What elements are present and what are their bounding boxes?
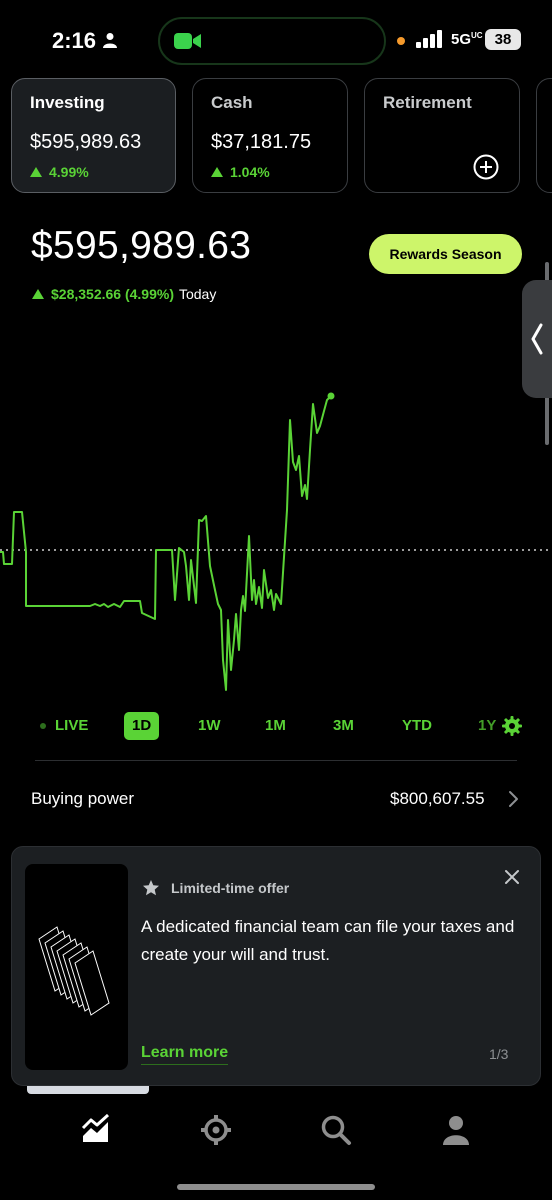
signal-icon [416,30,442,48]
range-tab-ytd[interactable]: YTD [402,712,432,740]
rewards-season-button[interactable]: Rewards Season [369,234,522,274]
divider [35,760,517,761]
account-card-next[interactable] [536,78,552,193]
up-arrow-icon [211,167,223,177]
card-value: $37,181.75 [211,131,312,153]
offer-illustration [25,864,128,1070]
account-card-investing[interactable]: Investing $595,989.63 4.99% [11,78,176,193]
buying-power-label[interactable]: Buying power [31,789,134,809]
range-tabs: LIVE 1D 1W 1M 3M YTD 1Y [0,712,552,742]
day-change-label: Today [178,286,217,302]
status-time: 2:16 [52,28,97,53]
range-tab-1y[interactable]: 1Y [478,712,496,740]
range-tab-3m[interactable]: 3M [333,712,354,740]
card-title: Retirement [383,93,472,112]
chart-icon[interactable] [80,1114,112,1146]
crypto-icon[interactable] [200,1114,232,1146]
card-title: Cash [211,93,253,112]
offer-text: A dedicated financial team can file your… [141,917,515,964]
next-offer-card[interactable] [27,1086,149,1094]
range-tab-live[interactable]: LIVE [55,712,88,740]
buying-power-value[interactable]: $800,607.55 [390,789,485,809]
battery-icon: 38 [485,29,521,50]
card-title: Investing [30,93,105,112]
offer-tag: Limited-time offer [171,880,290,896]
person-icon [103,33,117,48]
chevron-right-icon[interactable] [507,790,519,808]
offer-card[interactable]: Limited-time offer A dedicated financial… [11,846,541,1086]
portfolio-value: $595,989.63 [31,224,252,267]
portfolio-chart[interactable] [0,380,552,700]
offer-pager: 1/3 [489,1046,509,1062]
home-indicator[interactable] [177,1184,375,1190]
network-label: 5GUC [451,31,483,48]
facetime-icon [174,33,201,49]
search-icon[interactable] [320,1114,352,1146]
documents-illustration [38,926,110,1016]
chevron-left-icon [531,323,543,355]
account-card-cash[interactable]: Cash $37,181.75 1.04% [192,78,348,193]
privacy-indicator [397,37,405,45]
day-change: $28,352.66 (4.99%) Today [32,286,216,302]
up-arrow-icon [30,167,42,177]
chart-endpoint [327,392,335,400]
gear-icon[interactable] [502,716,522,736]
card-change: 4.99% [30,164,157,180]
status-bar: 2:16 5GUC 38 [0,0,552,80]
account-icon[interactable] [440,1114,472,1146]
live-dot [40,723,46,729]
day-change-value: $28,352.66 (4.99%) [51,286,174,302]
account-card-retirement[interactable]: Retirement [364,78,520,193]
dynamic-island[interactable] [158,17,386,65]
price-line [0,396,331,691]
up-arrow-icon [32,289,44,299]
add-circle-icon[interactable] [473,154,499,180]
card-change: 1.04% [211,164,329,180]
range-tab-1m[interactable]: 1M [265,712,286,740]
learn-more-link[interactable]: Learn more [141,1044,229,1065]
close-icon[interactable] [504,869,520,885]
star-icon [143,880,159,896]
range-tab-1w[interactable]: 1W [198,712,221,740]
range-tab-1d[interactable]: 1D [124,712,160,740]
card-value: $595,989.63 [30,131,142,153]
